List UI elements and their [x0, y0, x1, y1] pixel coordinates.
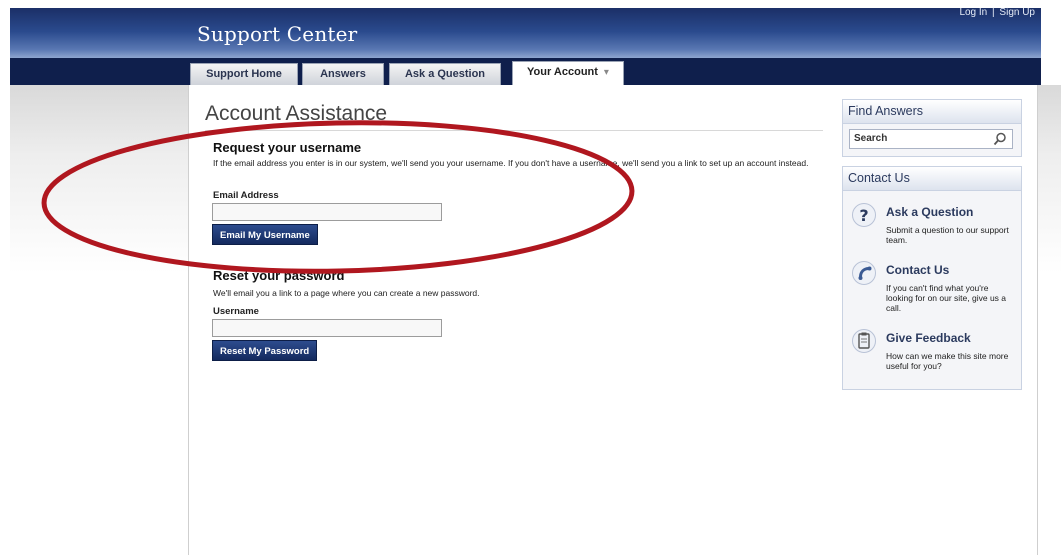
background-left [10, 85, 188, 555]
request-username-heading: Request your username [213, 140, 362, 155]
reset-password-heading: Reset your password [213, 268, 345, 283]
search-icon[interactable] [993, 132, 1007, 146]
email-field[interactable] [212, 203, 442, 221]
auth-links: Log In | Sign Up [959, 7, 1035, 18]
tab-answers[interactable]: Answers [302, 63, 384, 85]
login-link[interactable]: Log In [959, 7, 987, 18]
tab-label: Answers [320, 68, 366, 80]
brand-title[interactable]: Support Center [197, 22, 357, 46]
tab-label: Support Home [206, 68, 282, 80]
request-username-description: If the email address you enter is in our… [213, 158, 809, 168]
username-label: Username [213, 306, 259, 317]
email-username-button[interactable]: Email My Username [212, 224, 318, 245]
header-band [10, 8, 1041, 60]
tab-label: Ask a Question [404, 68, 486, 80]
auth-separator: | [992, 7, 995, 18]
signup-link[interactable]: Sign Up [999, 7, 1035, 18]
contact-item-title[interactable]: Give Feedback [886, 331, 971, 345]
contact-us-heading: Contact Us [843, 167, 1021, 191]
contact-item-description: Submit a question to our support team. [886, 225, 1009, 245]
page-title: Account Assistance [205, 102, 388, 125]
tab-support-home[interactable]: Support Home [190, 63, 298, 85]
reset-password-description: We'll email you a link to a page where y… [213, 288, 480, 298]
tab-ask-question[interactable]: Ask a Question [389, 63, 501, 85]
tab-your-account[interactable]: Your Account ▾ [512, 61, 624, 85]
email-label: Email Address [213, 190, 279, 201]
question-icon: ? [852, 203, 876, 227]
phone-icon [852, 261, 876, 285]
page: Support Center Log In | Sign Up Support … [0, 0, 1061, 555]
contact-item-description: If you can't find what you're looking fo… [886, 283, 1007, 313]
chevron-down-icon[interactable]: ▾ [604, 67, 609, 78]
background-right [1036, 85, 1061, 555]
contact-item-title[interactable]: Contact Us [886, 263, 949, 277]
contact-item-description: How can we make this site more useful fo… [886, 351, 1009, 371]
divider [205, 130, 823, 131]
username-field[interactable] [212, 319, 442, 337]
find-answers-heading: Find Answers [843, 100, 1021, 124]
tab-label: Your Account [527, 66, 598, 78]
reset-password-button[interactable]: Reset My Password [212, 340, 318, 361]
contact-us-panel: Contact Us ? Ask a Question Submit a que… [842, 166, 1022, 390]
search-input[interactable]: Search [849, 129, 1013, 149]
clipboard-icon [852, 329, 876, 353]
svg-text:?: ? [859, 206, 868, 225]
contact-item-title[interactable]: Ask a Question [886, 205, 973, 219]
find-answers-panel: Find Answers Search [842, 99, 1022, 157]
